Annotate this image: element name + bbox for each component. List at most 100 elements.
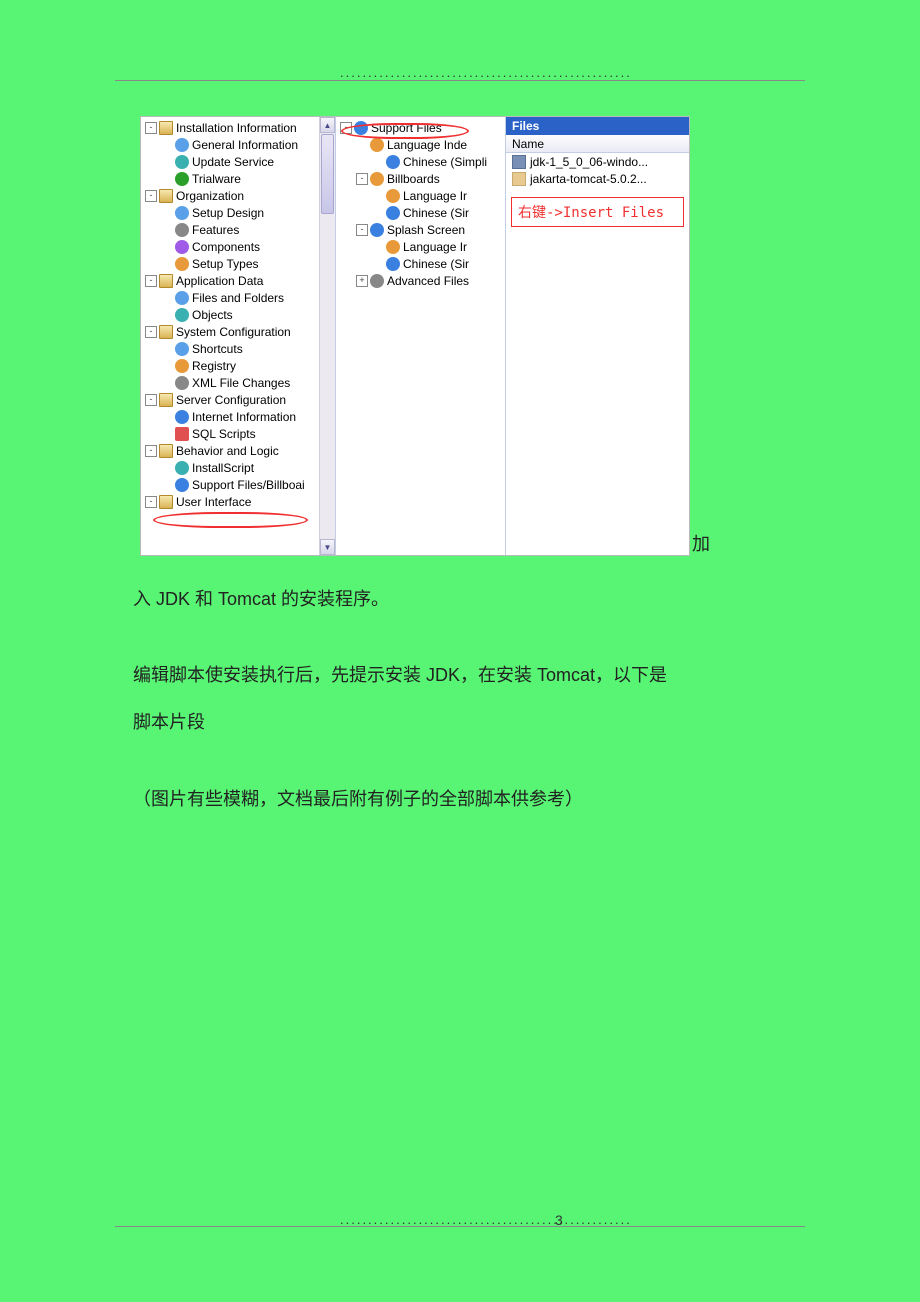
tree-item[interactable]: Language Ir [336, 238, 505, 255]
tree-item[interactable]: InstallScript [141, 459, 335, 476]
tree-item[interactable]: Chinese (Sir [336, 204, 505, 221]
tree-item-label: Billboards [387, 172, 440, 186]
scroll-up-icon[interactable]: ▲ [320, 117, 335, 133]
collapse-icon[interactable]: - [145, 122, 157, 134]
tree-item[interactable]: Setup Types [141, 255, 335, 272]
tree-item[interactable]: Components [141, 238, 335, 255]
tree-item-label: Organization [176, 189, 244, 203]
tree-item[interactable]: - Billboards [336, 170, 505, 187]
tree-item[interactable]: - Application Data [141, 272, 335, 289]
tree-item[interactable]: Trialware [141, 170, 335, 187]
tree-item-label: Objects [192, 308, 233, 322]
tree-spacer [161, 343, 173, 355]
tree-item[interactable]: -Splash Screen [336, 221, 505, 238]
dot-world-icon [175, 410, 189, 424]
tree-item-label: Update Service [192, 155, 274, 169]
expand-icon[interactable]: + [356, 275, 368, 287]
tree-item[interactable]: +Advanced Files [336, 272, 505, 289]
tree-spacer [161, 411, 173, 423]
dot-world-icon [175, 478, 189, 492]
dot-gray-icon [175, 223, 189, 237]
tree-item[interactable]: Language Inde [336, 136, 505, 153]
tree-item-label: General Information [192, 138, 298, 152]
dot-orange-icon [370, 138, 384, 152]
tree-item[interactable]: Chinese (Sir [336, 255, 505, 272]
tree-item-label: Language Ir [403, 240, 467, 254]
collapse-icon[interactable]: - [145, 445, 157, 457]
dot-teal-icon [175, 461, 189, 475]
collapse-icon[interactable]: - [145, 190, 157, 202]
collapse-icon[interactable]: - [145, 326, 157, 338]
tree-item[interactable]: - Organization [141, 187, 335, 204]
tree-item[interactable]: SQL Scripts [141, 425, 335, 442]
file-row[interactable]: jdk-1_5_0_06-windo... [506, 153, 689, 170]
tree-spacer [161, 360, 173, 372]
scroll-down-icon[interactable]: ▼ [320, 539, 335, 555]
tree-item[interactable]: Features [141, 221, 335, 238]
tree-item[interactable]: - User Interface [141, 493, 335, 510]
collapse-icon[interactable]: - [340, 122, 352, 134]
tree-item[interactable]: Update Service [141, 153, 335, 170]
left-tree-panel: -Installation Information General Informa… [141, 117, 336, 555]
body-paragraph-3: 脚本片段 [133, 699, 693, 746]
tree-item[interactable]: -Behavior and Logic [141, 442, 335, 459]
tree-item-label: Setup Design [192, 206, 264, 220]
collapse-icon[interactable]: - [145, 496, 157, 508]
tree-item-label: Language Inde [387, 138, 467, 152]
tree-item[interactable]: -Server Configuration [141, 391, 335, 408]
files-header: Files [506, 117, 689, 135]
tree-spacer [372, 190, 384, 202]
folder-open-icon [159, 444, 173, 458]
dot-teal-icon [175, 155, 189, 169]
scroll-thumb[interactable] [321, 134, 334, 214]
tree-item-label: Application Data [176, 274, 263, 288]
tree-item[interactable]: Chinese (Simpli [336, 153, 505, 170]
tree-item-label: Shortcuts [192, 342, 243, 356]
dot-orange-icon [370, 172, 384, 186]
tree-item-label: Chinese (Sir [403, 257, 469, 271]
tree-item[interactable]: - Support Files [336, 119, 505, 136]
file-name: jakarta-tomcat-5.0.2... [530, 172, 647, 186]
collapse-icon[interactable]: - [356, 224, 368, 236]
collapse-icon[interactable]: - [145, 275, 157, 287]
tree-item-label: Registry [192, 359, 236, 373]
collapse-icon[interactable]: - [356, 173, 368, 185]
tree-item[interactable]: -Installation Information [141, 119, 335, 136]
tree-item-label: Support Files [371, 121, 442, 135]
tree-item[interactable]: Shortcuts [141, 340, 335, 357]
dot-blue-icon [175, 138, 189, 152]
tree-item[interactable]: General Information [141, 136, 335, 153]
tree-item[interactable]: Language Ir [336, 187, 505, 204]
dot-blue-icon [175, 342, 189, 356]
tree-item[interactable]: XML File Changes [141, 374, 335, 391]
dot-sql-icon [175, 427, 189, 441]
tree-spacer [356, 139, 368, 151]
file-icon [512, 172, 526, 186]
tree-item[interactable]: Setup Design [141, 204, 335, 221]
tree-item-label: User Interface [176, 495, 251, 509]
tree-spacer [161, 173, 173, 185]
collapse-icon[interactable]: - [145, 394, 157, 406]
tree-spacer [161, 139, 173, 151]
tree-spacer [372, 241, 384, 253]
tree-item[interactable]: Support Files/Billboai [141, 476, 335, 493]
folder-open-icon [159, 121, 173, 135]
tree-item-label: Setup Types [192, 257, 259, 271]
tree-item[interactable]: Registry [141, 357, 335, 374]
dot-world-icon [386, 257, 400, 271]
dot-gray-icon [370, 274, 384, 288]
tree-item-label: Support Files/Billboai [192, 478, 305, 492]
column-header-name[interactable]: Name [506, 135, 689, 153]
tree-item[interactable]: Internet Information [141, 408, 335, 425]
tree-spacer [161, 156, 173, 168]
file-row[interactable]: jakarta-tomcat-5.0.2... [506, 170, 689, 187]
folder-open-icon [159, 325, 173, 339]
scrollbar[interactable]: ▲ ▼ [319, 117, 335, 555]
tree-spacer [161, 292, 173, 304]
tree-item-label: Components [192, 240, 260, 254]
tree-item[interactable]: -System Configuration [141, 323, 335, 340]
files-panel: Files Name jdk-1_5_0_06-windo... jakarta-… [506, 117, 689, 555]
tree-item[interactable]: Files and Folders [141, 289, 335, 306]
tree-item[interactable]: Objects [141, 306, 335, 323]
footer-dots: ........................................… [340, 1212, 632, 1227]
